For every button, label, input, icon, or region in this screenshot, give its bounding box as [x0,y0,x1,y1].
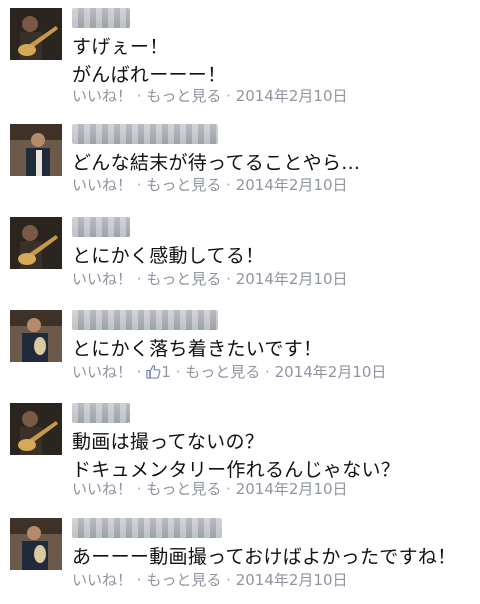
comment-meta: いいね！ · もっと見る · 2014年2月10日 [72,570,348,590]
avatar[interactable] [10,403,62,455]
separator: · [226,270,231,288]
avatar[interactable] [10,217,62,269]
separator: · [136,571,142,589]
comment-meta: いいね！ · もっと見る · 2014年2月10日 [72,175,348,195]
thumbs-up-icon [146,364,161,384]
comment-date: 2014年2月10日 [235,571,348,589]
comment-feed: すげぇー！ がんばれーーー！ いいね！ · もっと見る · 2014年2月10日… [0,0,480,604]
comment-date: 2014年2月10日 [235,270,348,288]
like-link[interactable]: いいね！ [72,480,132,498]
separator: · [226,87,231,105]
comment-meta: いいね！ · もっと見る · 2014年2月10日 [72,86,348,106]
comment-line: とにかく落ち着きたいです！ [72,338,323,360]
comment-meta: いいね！ · もっと見る · 2014年2月10日 [72,479,348,499]
comment-date: 2014年2月10日 [235,176,348,194]
comment-date: 2014年2月10日 [235,480,348,498]
commenter-name-blurred[interactable] [72,8,130,28]
separator: · [226,480,231,498]
comment-item: とにかく落ち着きたいです！ いいね！ · 1 · もっと見る · 2014年2月… [0,310,480,390]
commenter-name-blurred[interactable] [72,403,130,423]
comment-text: どんな結末が待ってることやら... [72,149,360,177]
avatar[interactable] [10,8,62,60]
like-link[interactable]: いいね！ [72,571,132,589]
comment-text: 動画は撮ってないの？ ドキュメンタリー作れるんじゃない？ [72,428,400,484]
comment-meta: いいね！ · もっと見る · 2014年2月10日 [72,269,348,289]
like-link[interactable]: いいね！ [72,87,132,105]
more-link[interactable]: もっと見る [185,363,260,381]
comment-line: あーーー動画撮っておけばよかったですね！ [72,546,457,568]
avatar[interactable] [10,518,62,570]
commenter-name-blurred[interactable] [72,518,222,538]
comment-item: すげぇー！ がんばれーーー！ いいね！ · もっと見る · 2014年2月10日 [0,8,480,108]
like-link[interactable]: いいね！ [72,270,132,288]
comment-date: 2014年2月10日 [274,363,387,381]
more-link[interactable]: もっと見る [146,480,221,498]
like-link[interactable]: いいね！ [72,176,132,194]
separator: · [226,571,231,589]
comment-line: とにかく感動してる！ [72,245,265,267]
separator: · [226,176,231,194]
comment-text: あーーー動画撮っておけばよかったですね！ [72,543,456,571]
like-count-button[interactable]: 1 [146,363,175,381]
like-count: 1 [161,363,171,381]
comment-item: どんな結末が待ってることやら... いいね！ · もっと見る · 2014年2月… [0,124,480,204]
comment-text: とにかく感動してる！ [72,242,264,270]
separator: · [265,363,270,381]
more-link[interactable]: もっと見る [146,87,221,105]
commenter-name-blurred[interactable] [72,124,218,144]
avatar[interactable] [10,124,62,176]
comment-line: どんな結末が待ってることやら... [72,152,361,174]
separator: · [136,87,142,105]
comment-text: とにかく落ち着きたいです！ [72,335,322,363]
comment-date: 2014年2月10日 [235,87,348,105]
separator: · [136,480,142,498]
comment-line: 動画は撮ってないの？ [72,431,265,453]
commenter-name-blurred[interactable] [72,217,130,237]
comment-item: 動画は撮ってないの？ ドキュメンタリー作れるんじゃない？ いいね！ · もっと見… [0,403,480,503]
comment-item: とにかく感動してる！ いいね！ · もっと見る · 2014年2月10日 [0,217,480,297]
more-link[interactable]: もっと見る [146,176,221,194]
comment-line: すげぇー！ [72,36,169,58]
like-link[interactable]: いいね！ [72,363,132,381]
comment-meta: いいね！ · 1 · もっと見る · 2014年2月10日 [72,362,386,384]
more-link[interactable]: もっと見る [146,270,221,288]
separator: · [136,270,142,288]
comment-text: すげぇー！ がんばれーーー！ [72,33,226,89]
more-link[interactable]: もっと見る [146,571,221,589]
separator: · [175,363,181,381]
avatar[interactable] [10,310,62,362]
commenter-name-blurred[interactable] [72,310,218,330]
separator: · [136,363,142,381]
comment-item: あーーー動画撮っておけばよかったですね！ いいね！ · もっと見る · 2014… [0,518,480,598]
comment-line: がんばれーーー！ [72,64,227,86]
separator: · [136,176,142,194]
